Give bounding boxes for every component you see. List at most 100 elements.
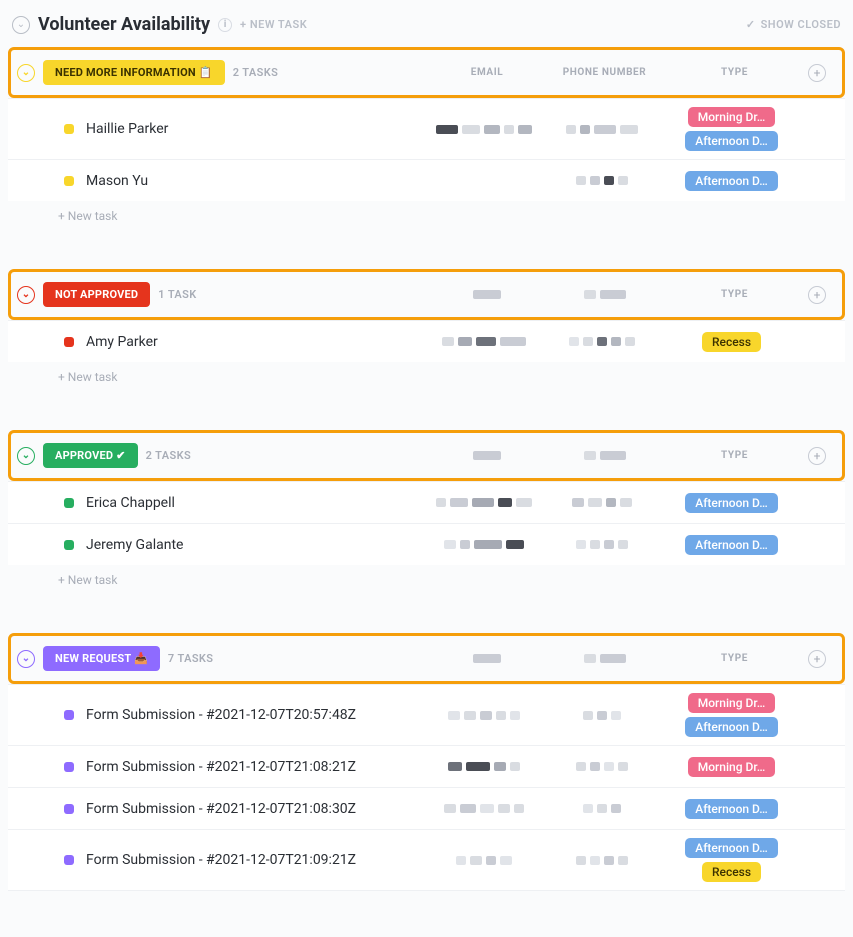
column-header-type[interactable]: TYPE <box>667 67 802 78</box>
add-column-button[interactable]: + <box>808 447 826 465</box>
type-tag[interactable]: Morning Dr… <box>688 757 776 777</box>
redacted-value <box>432 290 542 299</box>
type-tag[interactable]: Afternoon D… <box>685 131 778 151</box>
redacted-value <box>429 804 539 813</box>
type-cell: Afternoon D… <box>664 493 799 513</box>
type-tag[interactable]: Afternoon D… <box>685 493 778 513</box>
task-name[interactable]: Amy Parker <box>86 334 158 350</box>
status-square-icon[interactable] <box>64 176 74 186</box>
status-pill[interactable]: APPROVED ✔ <box>43 443 138 468</box>
column-header-phone[interactable] <box>542 654 667 663</box>
redacted-value <box>429 540 539 549</box>
type-tag[interactable]: Afternoon D… <box>685 535 778 555</box>
status-square-icon[interactable] <box>64 124 74 134</box>
group-collapse-icon[interactable]: ⌄ <box>17 650 35 668</box>
type-tag[interactable]: Recess <box>702 332 761 352</box>
new-task-row[interactable]: + New task <box>8 362 845 392</box>
column-header-email[interactable]: EMAIL <box>432 67 542 78</box>
column-header-type[interactable]: TYPE <box>667 450 802 461</box>
task-row[interactable]: Erica Chappell Afternoon D… <box>8 481 845 523</box>
group-collapse-icon[interactable]: ⌄ <box>17 447 35 465</box>
type-tag[interactable]: Afternoon D… <box>685 717 778 737</box>
type-tag[interactable]: Afternoon D… <box>685 171 778 191</box>
type-cell: Recess <box>664 332 799 352</box>
redacted-value <box>432 451 542 460</box>
add-column-button[interactable]: + <box>808 64 826 82</box>
task-name[interactable]: Form Submission - #2021-12-07T21:08:21Z <box>86 759 356 775</box>
column-header-type[interactable]: TYPE <box>667 289 802 300</box>
add-column-button[interactable]: + <box>808 650 826 668</box>
redacted-value <box>539 804 664 813</box>
type-tag[interactable]: Afternoon D… <box>685 799 778 819</box>
task-row[interactable]: Form Submission - #2021-12-07T21:09:21Z A… <box>8 829 845 891</box>
status-group-header: ⌄APPROVED ✔2 TASKSTYPE+ <box>8 430 845 481</box>
task-name[interactable]: Erica Chappell <box>86 495 175 511</box>
redacted-value <box>539 856 664 865</box>
type-tag[interactable]: Recess <box>702 862 761 882</box>
redacted-value <box>429 762 539 771</box>
status-square-icon[interactable] <box>64 498 74 508</box>
redacted-value <box>542 290 667 299</box>
task-row[interactable]: Amy Parker Recess <box>8 320 845 362</box>
task-name[interactable]: Jeremy Galante <box>86 537 183 553</box>
redacted-value <box>429 498 539 507</box>
new-task-row[interactable]: + New task <box>8 201 845 231</box>
redacted-value <box>539 176 664 185</box>
type-tag[interactable]: Morning Dr… <box>688 693 776 713</box>
task-row[interactable]: Mason Yu Afternoon D… <box>8 159 845 201</box>
new-task-row[interactable]: + New task <box>8 565 845 595</box>
status-square-icon[interactable] <box>64 804 74 814</box>
group-collapse-icon[interactable]: ⌄ <box>17 64 35 82</box>
status-square-icon[interactable] <box>64 855 74 865</box>
info-icon[interactable]: i <box>218 18 232 32</box>
status-group-header: ⌄NEED MORE INFORMATION 📋2 TASKSEMAILPHON… <box>8 47 845 98</box>
status-group: ⌄APPROVED ✔2 TASKSTYPE+Erica ChappellAft… <box>8 430 845 595</box>
group-collapse-icon[interactable]: ⌄ <box>17 286 35 304</box>
column-header-email[interactable] <box>432 654 542 663</box>
redacted-value <box>539 762 664 771</box>
type-tag[interactable]: Morning Dr… <box>688 107 776 127</box>
redacted-value <box>539 125 664 134</box>
type-cell: Afternoon D… Recess <box>664 838 799 882</box>
task-name[interactable]: Haillie Parker <box>86 121 168 137</box>
type-cell: Morning Dr… Afternoon D… <box>664 107 799 151</box>
column-header-email[interactable] <box>432 451 542 460</box>
redacted-value <box>539 540 664 549</box>
status-square-icon[interactable] <box>64 710 74 720</box>
new-task-button[interactable]: + NEW TASK <box>240 18 307 31</box>
redacted-value <box>539 337 664 346</box>
task-row[interactable]: Form Submission - #2021-12-07T21:08:21Z M… <box>8 745 845 787</box>
column-header-phone[interactable]: PHONE NUMBER <box>542 67 667 78</box>
column-header-phone[interactable] <box>542 290 667 299</box>
redacted-value <box>429 337 539 346</box>
status-group-header: ⌄NOT APPROVED1 TASKTYPE+ <box>8 269 845 320</box>
column-header-type[interactable]: TYPE <box>667 653 802 664</box>
show-closed-label: SHOW CLOSED <box>761 18 841 31</box>
task-row[interactable]: Form Submission - #2021-12-07T21:08:30Z A… <box>8 787 845 829</box>
redacted-value <box>429 856 539 865</box>
add-column-button[interactable]: + <box>808 286 826 304</box>
task-name[interactable]: Form Submission - #2021-12-07T20:57:48Z <box>86 707 356 723</box>
task-name[interactable]: Form Submission - #2021-12-07T21:09:21Z <box>86 852 356 868</box>
show-closed-toggle[interactable]: ✓ SHOW CLOSED <box>746 18 841 31</box>
task-row[interactable]: Form Submission - #2021-12-07T20:57:48Z M… <box>8 684 845 745</box>
task-name[interactable]: Form Submission - #2021-12-07T21:08:30Z <box>86 801 356 817</box>
type-cell: Morning Dr… <box>664 757 799 777</box>
status-pill[interactable]: NEED MORE INFORMATION 📋 <box>43 60 225 85</box>
task-row[interactable]: Haillie Parker Morning Dr… Afternoon D… <box>8 98 845 159</box>
status-square-icon[interactable] <box>64 762 74 772</box>
collapse-icon[interactable]: ⌄ <box>12 16 30 34</box>
redacted-value <box>429 125 539 134</box>
column-header-email[interactable] <box>432 290 542 299</box>
type-tag[interactable]: Afternoon D… <box>685 838 778 858</box>
column-header-phone[interactable] <box>542 451 667 460</box>
redacted-value <box>542 451 667 460</box>
status-pill[interactable]: NOT APPROVED <box>43 282 150 307</box>
check-icon: ✓ <box>746 18 756 31</box>
status-pill[interactable]: NEW REQUEST 📥 <box>43 646 160 671</box>
status-group: ⌄NOT APPROVED1 TASKTYPE+Amy ParkerRecess… <box>8 269 845 392</box>
status-square-icon[interactable] <box>64 540 74 550</box>
task-name[interactable]: Mason Yu <box>86 173 148 189</box>
task-row[interactable]: Jeremy Galante Afternoon D… <box>8 523 845 565</box>
status-square-icon[interactable] <box>64 337 74 347</box>
